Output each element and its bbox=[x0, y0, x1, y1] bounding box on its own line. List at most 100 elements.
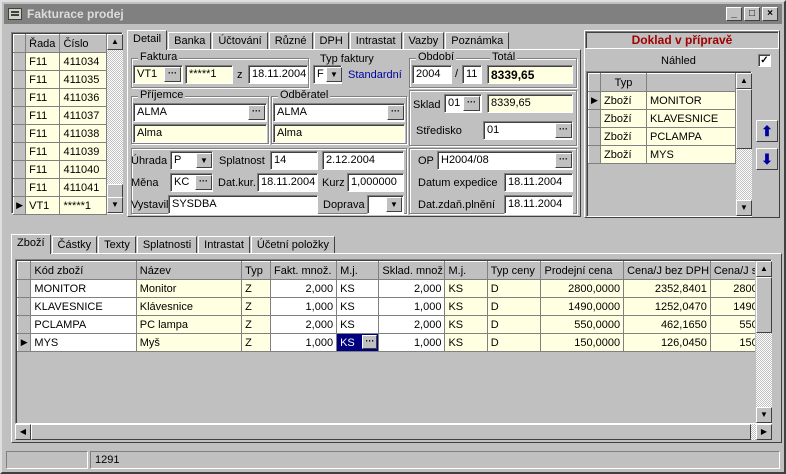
faktura-datum-field[interactable]: 18.11.2004 bbox=[248, 65, 308, 84]
datzdan-field[interactable]: 18.11.2004 bbox=[504, 195, 573, 214]
table-row[interactable]: PCLAMPA PC lampa Z 2,000 KS 2,000 KS D 550,0000 4… bbox=[17, 315, 755, 334]
table-cell[interactable]: 1,000 bbox=[378, 333, 446, 352]
table-cell[interactable]: Z bbox=[241, 279, 271, 298]
table-row[interactable]: KLAVESNICE Klávesnice Z 1,000 KS 1,000 KS D 1490… bbox=[17, 297, 755, 316]
cell-cislo[interactable]: *****1 bbox=[59, 196, 107, 215]
table-cell[interactable]: Z bbox=[241, 297, 271, 316]
type-list-row[interactable]: Zboží KLAVESNICE bbox=[588, 109, 736, 128]
items-scrollbar-vertical[interactable]: ▲ ▼ bbox=[756, 261, 772, 423]
tab-castky[interactable]: Částky bbox=[51, 236, 98, 254]
scroll-up-icon[interactable]: ▲ bbox=[107, 34, 123, 50]
stredisko-lookup-button[interactable]: ··· bbox=[555, 123, 572, 138]
tab-intrastat[interactable]: Intrastat bbox=[349, 32, 402, 50]
cell-rada[interactable]: F11 bbox=[25, 124, 61, 143]
table-cell[interactable]: KLAVESNICE bbox=[30, 297, 137, 316]
kurz-field[interactable]: 1,000000 bbox=[347, 173, 404, 192]
table-cell[interactable]: 1252,0470 bbox=[623, 297, 711, 316]
cell-cislo[interactable]: 411037 bbox=[59, 106, 107, 125]
column-header[interactable]: Cena/J bez DPH bbox=[623, 261, 711, 280]
table-cell[interactable]: MONITOR bbox=[30, 279, 137, 298]
tab-ucetni-polozky[interactable]: Účetní položky bbox=[250, 236, 336, 254]
scroll-up-icon[interactable]: ▲ bbox=[756, 261, 772, 277]
doprava-dropdown-icon[interactable]: ▼ bbox=[386, 197, 402, 212]
items-scrollbar-horizontal[interactable]: ◀ ▶ bbox=[15, 424, 772, 440]
cell-cislo[interactable]: 411040 bbox=[59, 160, 107, 179]
column-header[interactable]: Typ ceny bbox=[486, 261, 542, 280]
table-cell[interactable]: 2,000 bbox=[270, 315, 338, 334]
minimize-button[interactable]: _ bbox=[726, 7, 742, 21]
table-cell[interactable]: Z bbox=[241, 333, 271, 352]
table-cell[interactable]: Myš bbox=[136, 333, 243, 352]
scroll-up-icon[interactable]: ▲ bbox=[736, 73, 752, 89]
maximize-button[interactable]: □ bbox=[744, 7, 760, 21]
tab-banka[interactable]: Banka bbox=[168, 32, 212, 50]
cell-rada[interactable]: VT1 bbox=[25, 196, 61, 215]
move-up-arrow-icon[interactable]: ⬆ bbox=[756, 120, 778, 142]
table-cell[interactable]: 2352,8401 bbox=[623, 279, 711, 298]
cell-rada[interactable]: F11 bbox=[25, 160, 61, 179]
table-cell[interactable]: D bbox=[487, 279, 542, 298]
document-list-row[interactable]: F11 411039 bbox=[12, 142, 107, 161]
cell-name[interactable]: MYS bbox=[646, 145, 736, 164]
column-header-cislo[interactable]: Číslo bbox=[59, 34, 107, 53]
tab-zbozi[interactable]: Zboží bbox=[11, 234, 51, 254]
column-header[interactable]: Typ bbox=[241, 261, 271, 280]
table-cell[interactable]: 2,000 bbox=[378, 279, 446, 298]
datkur-field[interactable]: 18.11.2004 bbox=[257, 173, 318, 192]
table-cell[interactable]: 550,00 bbox=[710, 315, 755, 334]
tab-detail[interactable]: Detail bbox=[127, 30, 168, 50]
table-cell[interactable]: KS bbox=[336, 279, 380, 298]
op-lookup-button[interactable]: ··· bbox=[555, 153, 572, 168]
table-cell[interactable]: KS bbox=[336, 315, 380, 334]
table-cell[interactable]: D bbox=[487, 315, 542, 334]
table-row[interactable]: ▶ MYS Myš Z 1,000 KS ··· 1,000 KS D 150,0000 126,04… bbox=[17, 333, 755, 352]
document-list-row[interactable]: F11 411038 bbox=[12, 124, 107, 143]
cell-typ[interactable]: Zboží bbox=[600, 91, 647, 110]
mj-lookup-button[interactable]: ··· bbox=[362, 335, 378, 349]
cell-typ[interactable]: Zboží bbox=[600, 109, 647, 128]
odberatel-name-field[interactable]: Alma bbox=[273, 124, 405, 143]
vystavil-field[interactable]: SYSDBA bbox=[168, 195, 318, 214]
h-scroll-thumb[interactable] bbox=[31, 424, 751, 440]
column-header[interactable]: Prodejní cena bbox=[540, 261, 625, 280]
cell-name[interactable]: MONITOR bbox=[646, 91, 736, 110]
document-list-row[interactable]: F11 411034 bbox=[12, 52, 107, 71]
type-list-row[interactable]: Zboží MYS bbox=[588, 145, 736, 164]
column-header[interactable]: Fakt. množ. bbox=[269, 261, 338, 280]
table-cell[interactable]: 1,000 bbox=[378, 297, 446, 316]
splatnost-datum-field[interactable]: 2.12.2004 bbox=[322, 151, 404, 170]
cell-cislo[interactable]: 411036 bbox=[59, 88, 107, 107]
scroll-thumb[interactable] bbox=[107, 184, 123, 198]
mena-lookup-button[interactable]: ··· bbox=[195, 175, 212, 190]
tab-intrastat[interactable]: Intrastat bbox=[198, 236, 250, 254]
tab-poznamka[interactable]: Poznámka bbox=[445, 32, 510, 50]
table-cell[interactable]: PCLAMPA bbox=[30, 315, 137, 334]
column-header[interactable]: M.j. bbox=[444, 261, 488, 280]
prijemce-name-field[interactable]: Alma bbox=[133, 124, 267, 143]
table-cell[interactable]: KS bbox=[444, 333, 488, 352]
table-cell[interactable]: 462,1650 bbox=[623, 315, 711, 334]
odberatel-lookup-button[interactable]: ··· bbox=[387, 105, 404, 120]
scroll-thumb[interactable] bbox=[756, 277, 772, 333]
column-header[interactable]: Sklad. množ. bbox=[378, 261, 446, 280]
tab-texty[interactable]: Texty bbox=[98, 236, 136, 254]
scroll-down-icon[interactable]: ▼ bbox=[107, 197, 123, 213]
odberatel-code-field[interactable]: ALMA bbox=[273, 103, 405, 122]
prijemce-lookup-button[interactable]: ··· bbox=[248, 105, 265, 120]
faktura-rada-lookup-button[interactable]: ··· bbox=[164, 67, 181, 82]
document-list-row[interactable]: F11 411035 bbox=[12, 70, 107, 89]
document-list-row[interactable]: F11 411041 bbox=[12, 178, 107, 197]
cell-typ[interactable]: Zboží bbox=[600, 127, 647, 146]
table-cell[interactable]: 550,0000 bbox=[540, 315, 625, 334]
cell-cislo[interactable]: 411034 bbox=[59, 52, 107, 71]
table-cell[interactable]: KS bbox=[444, 297, 488, 316]
cell-rada[interactable]: F11 bbox=[25, 106, 61, 125]
table-cell[interactable]: Z bbox=[241, 315, 271, 334]
obdobi-mesic-field[interactable]: 11 bbox=[462, 65, 482, 84]
cell-typ[interactable]: Zboží bbox=[600, 145, 647, 164]
tab-uctovani[interactable]: Účtování bbox=[212, 32, 268, 50]
column-header-name[interactable] bbox=[646, 73, 736, 92]
document-list-scrollbar[interactable]: ▲ ▼ bbox=[107, 34, 123, 213]
tab-ruzne[interactable]: Různé bbox=[268, 32, 313, 50]
table-cell[interactable]: D bbox=[487, 297, 542, 316]
